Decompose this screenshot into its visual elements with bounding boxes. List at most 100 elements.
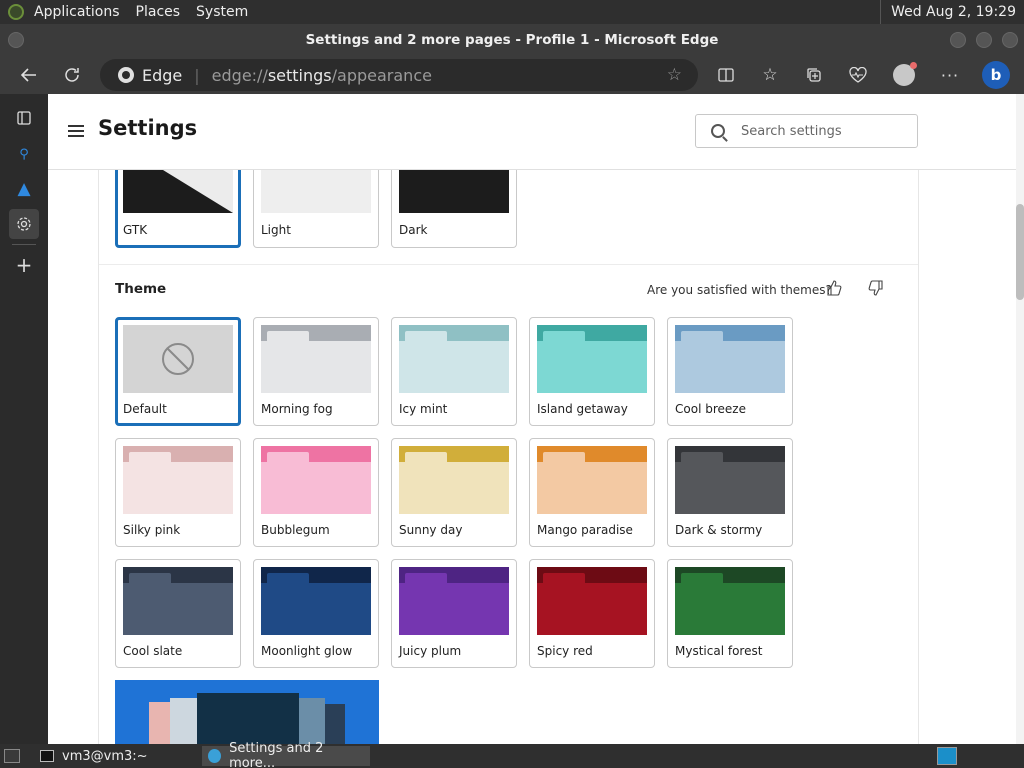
theme-section-title: Theme (115, 281, 167, 297)
theme-preview (123, 325, 233, 393)
theme-card-mystical-forest[interactable]: Mystical forest (667, 559, 793, 668)
address-bar[interactable]: Edge | edge://settings/appearance ☆ (100, 59, 698, 91)
thumbs-down-icon[interactable] (867, 280, 885, 298)
back-button[interactable] (14, 60, 44, 90)
sidebar-search-button[interactable]: ⚲ (9, 139, 39, 169)
browser-toolbar: Edge | edge://settings/appearance ☆ ☆ ··… (0, 56, 1024, 94)
theme-card-island-getaway[interactable]: Island getaway (529, 317, 655, 426)
taskbar-edge-label: Settings and 2 more... (229, 741, 324, 768)
theme-card-morning-fog[interactable]: Morning fog (253, 317, 379, 426)
profile-button[interactable] (889, 60, 919, 90)
theme-label: Default (123, 402, 167, 416)
thumbs-up-icon[interactable] (825, 280, 843, 298)
clock[interactable]: Wed Aug 2, 19:29 (880, 0, 1024, 24)
theme-card-mango-paradise[interactable]: Mango paradise (529, 438, 655, 547)
refresh-icon (65, 68, 79, 82)
window-menu-button[interactable] (8, 32, 24, 48)
theme-label: Sunny day (399, 523, 463, 537)
window-titlebar[interactable]: Settings and 2 more pages - Profile 1 - … (0, 24, 1024, 56)
arch-icon: ▲ (17, 179, 31, 199)
settings-page: Settings Search settings GTK Light Dark (48, 94, 1024, 744)
theme-card-silky-pink[interactable]: Silky pink (115, 438, 241, 547)
tabs-icon (17, 111, 31, 125)
theme-preview (675, 325, 785, 393)
theme-preview (537, 325, 647, 393)
theme-label: Juicy plum (399, 644, 462, 658)
theme-label: Morning fog (261, 402, 333, 416)
theme-feedback-text: Are you satisfied with themes? (647, 283, 832, 297)
banner-image (325, 704, 345, 744)
theme-preview (399, 325, 509, 393)
plus-icon: + (15, 253, 33, 277)
browser-essentials-button[interactable] (843, 60, 873, 90)
show-desktop-icon[interactable] (4, 749, 20, 763)
theme-card-moonlight-glow[interactable]: Moonlight glow (253, 559, 379, 668)
theme-preview (261, 567, 371, 635)
taskbar-terminal-label: vm3@vm3:~ (62, 748, 148, 764)
section-divider (99, 264, 918, 265)
page-scrollbar[interactable] (1016, 94, 1024, 744)
window-title: Settings and 2 more pages - Profile 1 - … (305, 32, 719, 48)
applications-menu[interactable]: Applications (26, 0, 128, 24)
more-button[interactable]: ··· (935, 60, 965, 90)
favorites-button[interactable]: ☆ (755, 60, 785, 90)
theme-card-default[interactable]: Default (115, 317, 241, 426)
theme-card-dark-stormy[interactable]: Dark & stormy (667, 438, 793, 547)
page-title: Settings (98, 116, 198, 140)
hamburger-menu-icon[interactable] (68, 125, 84, 137)
edge-icon (208, 749, 222, 763)
minimize-button[interactable] (950, 32, 966, 48)
theme-preview (537, 567, 647, 635)
mode-card-light[interactable]: Light (253, 170, 379, 248)
theme-label: Mango paradise (537, 523, 633, 537)
banner-image (197, 693, 299, 744)
theme-label: Cool breeze (675, 402, 746, 416)
mode-card-dark[interactable]: Dark (391, 170, 517, 248)
avatar-icon (893, 62, 917, 86)
theme-card-spicy-red[interactable]: Spicy red (529, 559, 655, 668)
close-button[interactable] (1002, 32, 1018, 48)
theme-label: Dark & stormy (675, 523, 763, 537)
bing-chat-button[interactable]: b (981, 60, 1011, 90)
theme-card-cool-breeze[interactable]: Cool breeze (667, 317, 793, 426)
theme-label: Spicy red (537, 644, 593, 658)
collections-button[interactable] (799, 60, 829, 90)
system-menu[interactable]: System (188, 0, 256, 24)
edge-logo-icon (118, 67, 134, 83)
url-text[interactable]: edge://settings/appearance (212, 66, 432, 85)
theme-label: Bubblegum (261, 523, 330, 537)
gnome-foot-icon[interactable] (8, 4, 24, 20)
site-label: Edge (142, 65, 183, 85)
mode-card-gtk[interactable]: GTK (115, 170, 241, 248)
terminal-icon (40, 750, 54, 762)
split-screen-button[interactable] (711, 60, 741, 90)
sidebar-discover-button[interactable]: ▲ (9, 174, 39, 204)
theme-card-bubblegum[interactable]: Bubblegum (253, 438, 379, 547)
theme-card-juicy-plum[interactable]: Juicy plum (391, 559, 517, 668)
search-icon: ⚲ (19, 146, 29, 162)
theme-preview (399, 446, 509, 514)
edge-tray-icon[interactable] (937, 747, 957, 765)
mode-label: GTK (123, 223, 148, 237)
more-themes-banner[interactable] (115, 680, 379, 744)
theme-label: Moonlight glow (261, 644, 353, 658)
maximize-button[interactable] (976, 32, 992, 48)
sidebar-add-button[interactable]: + (9, 250, 39, 280)
gear-icon (17, 217, 31, 231)
taskbar-terminal[interactable]: vm3@vm3:~ (34, 746, 154, 766)
banner-image (299, 698, 325, 744)
mode-preview (261, 170, 371, 213)
refresh-button[interactable] (57, 60, 87, 90)
favorite-star-icon[interactable]: ☆ (667, 65, 682, 85)
sidebar-settings-button[interactable] (9, 209, 39, 239)
theme-card-cool-slate[interactable]: Cool slate (115, 559, 241, 668)
places-menu[interactable]: Places (128, 0, 189, 24)
theme-card-sunny-day[interactable]: Sunny day (391, 438, 517, 547)
scrollbar-thumb[interactable] (1016, 204, 1024, 300)
search-placeholder: Search settings (741, 123, 842, 139)
tab-actions-button[interactable] (9, 103, 39, 133)
theme-label: Silky pink (123, 523, 181, 537)
theme-card-icy-mint[interactable]: Icy mint (391, 317, 517, 426)
search-settings-input[interactable]: Search settings (695, 114, 918, 148)
taskbar-edge[interactable]: Settings and 2 more... (202, 741, 370, 768)
